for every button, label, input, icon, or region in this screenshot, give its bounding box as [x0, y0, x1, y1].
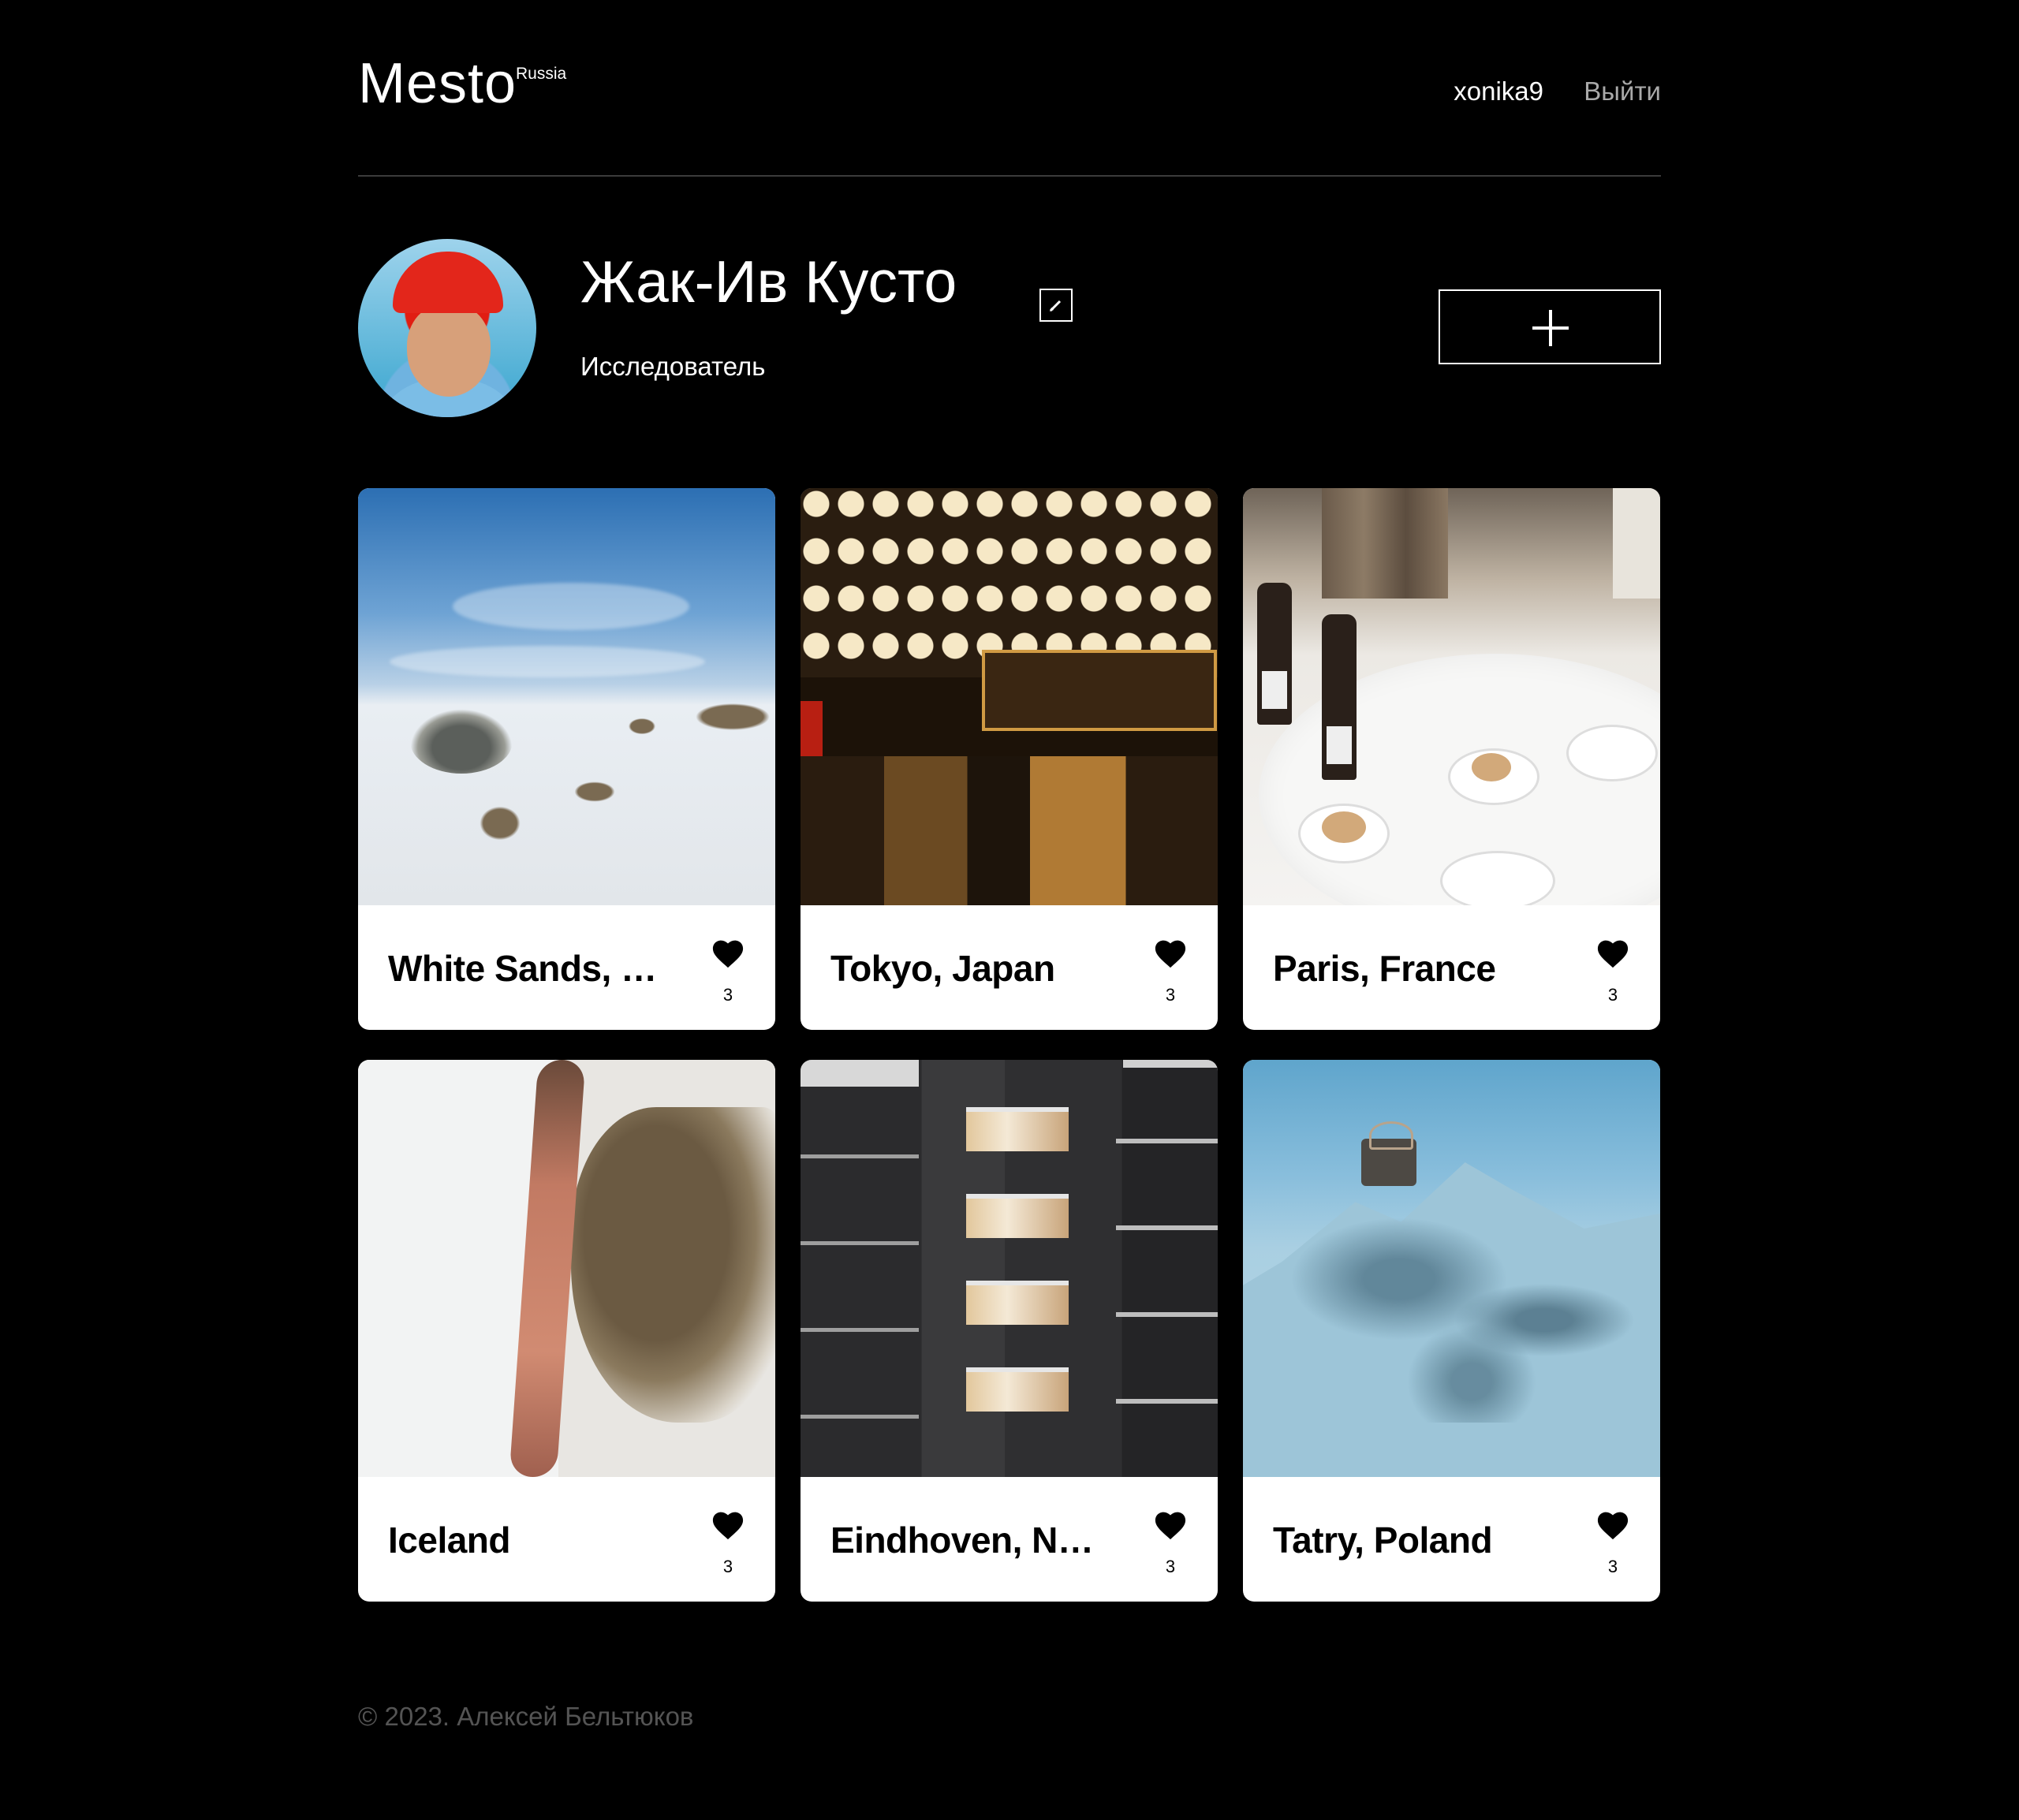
like-count: 3 — [1607, 985, 1618, 1005]
logo: Mesto — [358, 52, 517, 115]
add-card-button[interactable] — [1439, 289, 1661, 364]
like-count: 3 — [1165, 1557, 1176, 1576]
heart-icon[interactable] — [711, 938, 745, 969]
profile-about: Исследователь — [580, 352, 766, 381]
card-image-white-sands[interactable] — [358, 488, 775, 905]
card-title: Paris, France — [1273, 948, 1496, 989]
avatar-hat — [393, 252, 503, 313]
card-image-eindhoven[interactable] — [801, 1060, 1218, 1477]
edit-profile-button[interactable] — [1039, 289, 1073, 322]
card-image-tatry[interactable] — [1243, 1060, 1660, 1477]
like-count: 3 — [1165, 985, 1176, 1005]
plus-icon — [1532, 310, 1569, 346]
page: Mesto Russia xonika9 Выйти Жак-Ив Кусто … — [358, 0, 1661, 1731]
like-count: 3 — [722, 1557, 733, 1576]
logo-region: Russia — [516, 65, 567, 83]
pencil-icon — [1049, 300, 1062, 312]
card: Paris, France 3 — [1243, 488, 1660, 1030]
card-title: Iceland — [388, 1520, 511, 1561]
profile-name: Жак-Ив Кусто — [580, 248, 957, 315]
cards-grid: White Sands, New Mexico 3 Tokyo, Japan 3 — [358, 488, 1661, 1602]
card: Tokyo, Japan 3 — [801, 488, 1218, 1030]
heart-icon[interactable] — [1153, 938, 1188, 969]
logout-link[interactable]: Выйти — [1584, 76, 1661, 106]
card-title: Tokyo, Japan — [830, 948, 1055, 989]
card-title: Tatry, Poland — [1273, 1520, 1493, 1561]
user-email: xonika9 — [1454, 76, 1543, 106]
card-image-tokyo[interactable] — [801, 488, 1218, 905]
heart-icon[interactable] — [1595, 938, 1630, 969]
footer-copyright: © 2023. Алексей Бельтюков — [358, 1702, 694, 1731]
card: Iceland 3 — [358, 1060, 775, 1602]
heart-icon[interactable] — [711, 1509, 745, 1541]
heart-icon[interactable] — [1595, 1509, 1630, 1541]
card-title: Eindhoven, Netherlands — [830, 1520, 1107, 1561]
card: White Sands, New Mexico 3 — [358, 488, 775, 1030]
like-count: 3 — [1607, 1557, 1618, 1576]
card-title: White Sands, New Mexico — [388, 948, 664, 989]
profile: Жак-Ив Кусто Исследователь — [358, 177, 1661, 488]
card: Eindhoven, Netherlands 3 — [801, 1060, 1218, 1602]
like-count: 3 — [722, 985, 733, 1005]
header: Mesto Russia xonika9 Выйти — [358, 0, 1661, 177]
card-image-iceland[interactable] — [358, 1060, 775, 1477]
card-image-paris[interactable] — [1243, 488, 1660, 905]
avatar-face — [407, 304, 491, 397]
card: Tatry, Poland 3 — [1243, 1060, 1660, 1602]
heart-icon[interactable] — [1153, 1509, 1188, 1541]
avatar[interactable] — [358, 239, 536, 417]
